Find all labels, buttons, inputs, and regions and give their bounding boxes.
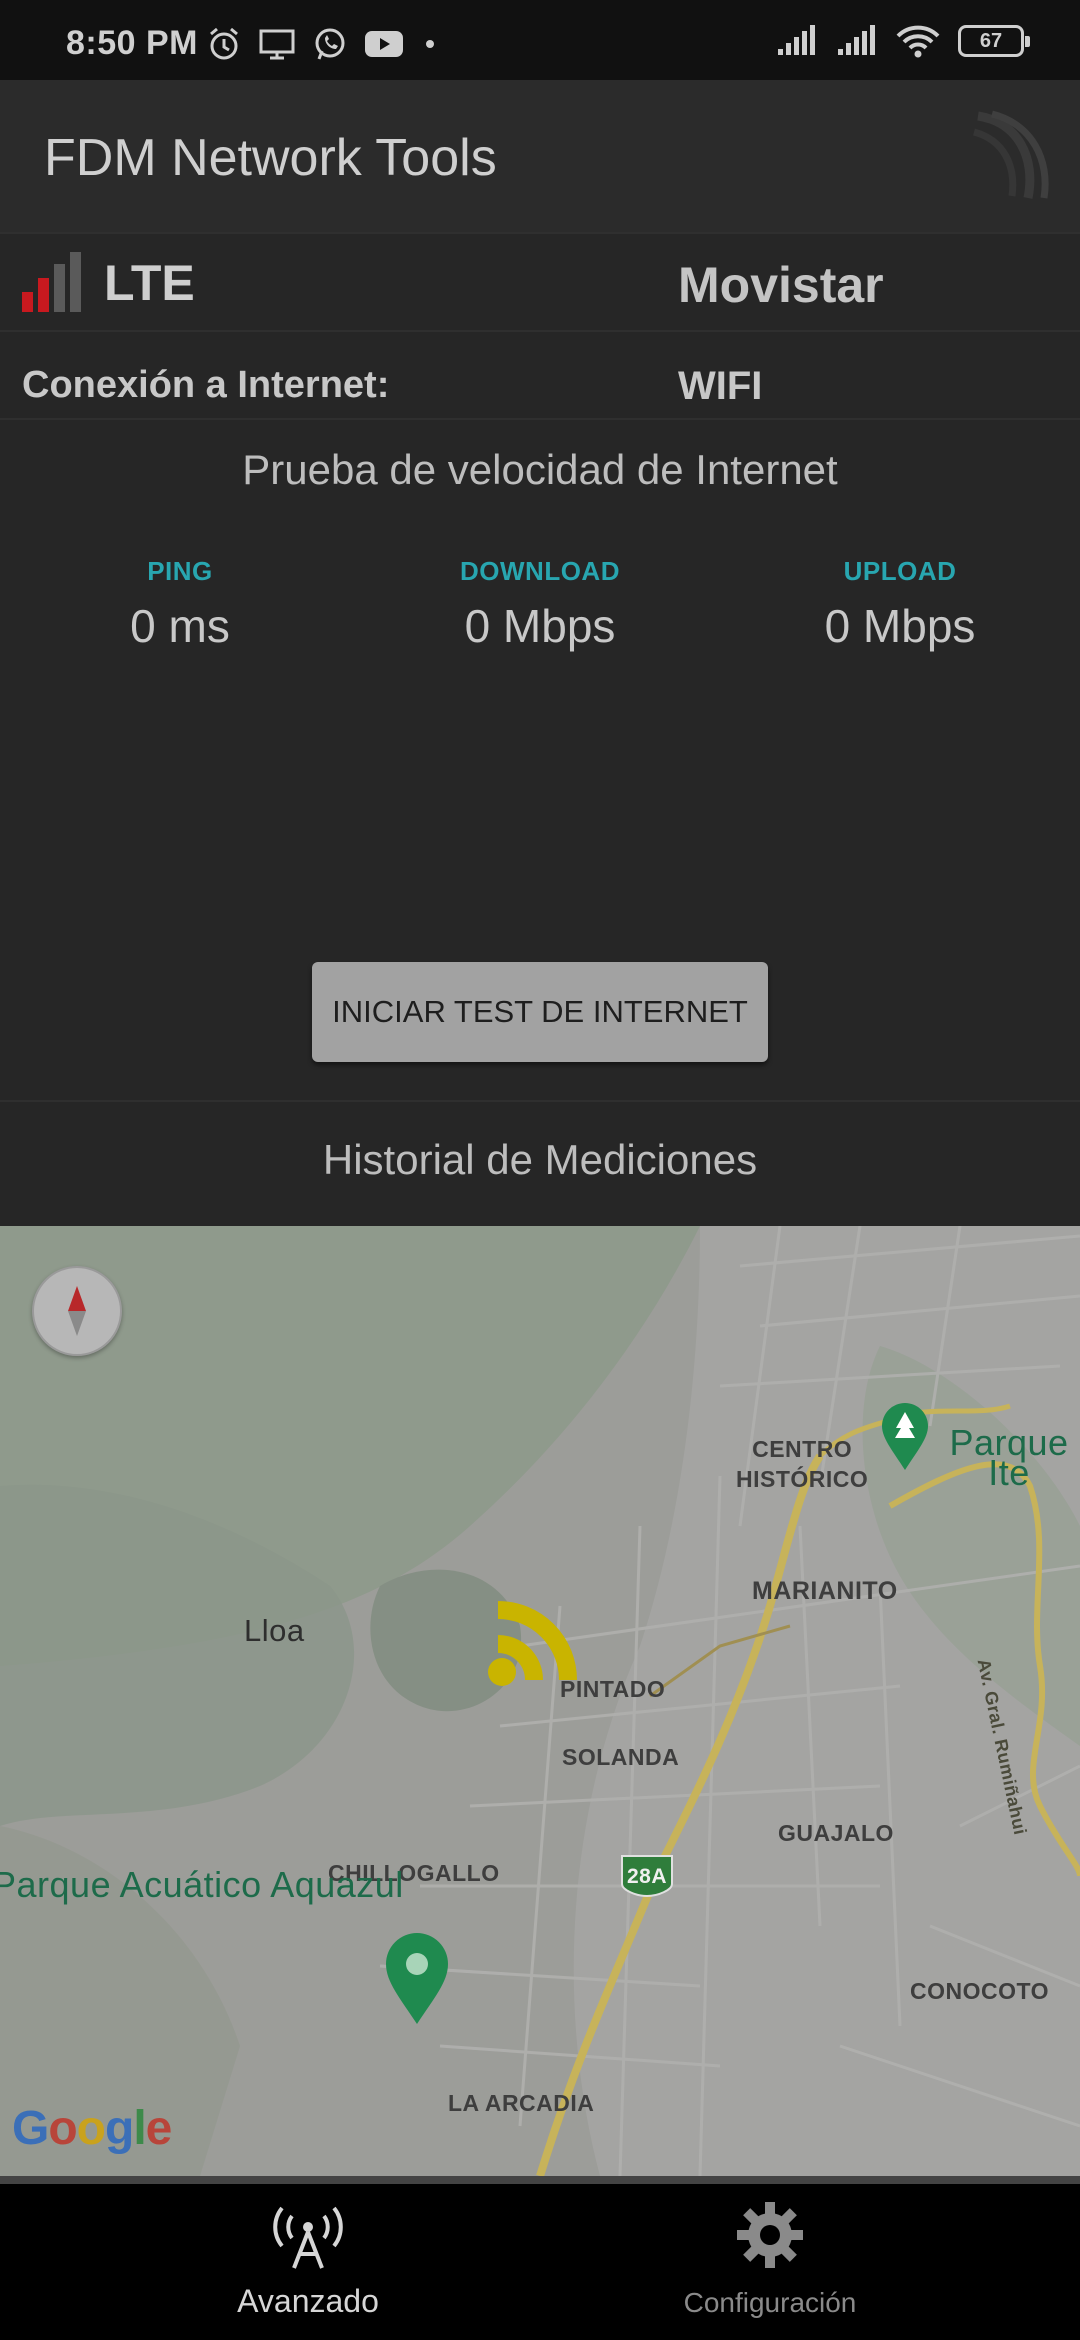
upload-label: UPLOAD	[843, 556, 957, 586]
alarm-icon	[210, 27, 238, 60]
wifi-icon	[896, 25, 940, 58]
download-metric: DOWNLOAD 0 Mbps	[360, 556, 720, 653]
app-title: FDM Network Tools	[44, 129, 497, 187]
upload-value: 0 Mbps	[824, 600, 976, 652]
network-operator: Movistar	[678, 257, 884, 313]
network-technology: LTE	[104, 255, 195, 311]
nav-item-configuracion[interactable]: Configuración	[590, 2200, 950, 2319]
ping-metric: PING 0 ms	[0, 556, 360, 653]
dot-icon	[426, 40, 434, 48]
map-label-solanda: SOLANDA	[562, 1744, 680, 1770]
connection-value: WIFI	[678, 364, 763, 408]
route-number: 28A	[626, 1865, 668, 1888]
upload-metric: UPLOAD 0 Mbps	[720, 556, 1080, 653]
measurement-history-link[interactable]: Historial de Mediciones	[0, 1100, 1080, 1226]
signal-icon	[778, 25, 815, 55]
map-view[interactable]: CENTRO HISTÓRICO Parque Ite MARIANITO Ll…	[0, 1226, 1080, 2176]
map-label-centro: CENTRO HISTÓRICO	[736, 1434, 868, 1494]
status-right-icons: 67	[776, 24, 1030, 58]
compass-icon[interactable]	[32, 1266, 122, 1356]
speed-test-title: Prueba de velocidad de Internet	[242, 446, 838, 493]
start-internet-test-button[interactable]: INICIAR TEST DE INTERNET	[312, 962, 768, 1062]
map-label-lloa: Lloa	[244, 1613, 305, 1648]
status-bar: 8:50 PM 67	[0, 0, 1080, 80]
nav-label-configuracion: Configuración	[683, 2287, 857, 2318]
map-label-marianito: MARIANITO	[752, 1577, 898, 1605]
youtube-icon	[365, 31, 403, 57]
nav-item-avanzado[interactable]: Avanzado	[128, 2200, 488, 2320]
wifi-location-marker-icon[interactable]	[484, 1590, 604, 1690]
map-label-conocoto: CONOCOTO	[910, 1978, 1050, 2004]
download-label: DOWNLOAD	[460, 556, 620, 586]
antenna-icon	[273, 2206, 343, 2269]
compass-needle-icon	[68, 1286, 86, 1336]
download-value: 0 Mbps	[464, 600, 616, 652]
monitor-icon	[259, 29, 295, 60]
map-label-parque-ite: Parque Ite	[949, 1422, 1069, 1493]
map-label-aquazul: Parque Acuático Aquazul	[0, 1864, 404, 1905]
signal-strength-icon	[22, 252, 81, 312]
ping-label: PING	[147, 556, 213, 586]
ping-value: 0 ms	[130, 600, 230, 652]
whatsapp-icon	[315, 28, 345, 60]
google-logo: Google	[12, 2102, 172, 2155]
signal-icon	[838, 25, 875, 55]
bottom-navigation: Avanzado Configuración	[0, 2184, 1080, 2340]
battery-icon: 67	[958, 25, 1030, 57]
map-bottom-edge	[0, 2176, 1080, 2184]
nav-label-avanzado: Avanzado	[237, 2283, 379, 2319]
map-label-centro-line1: CENTRO	[752, 1436, 853, 1462]
app-logo-icon	[972, 110, 1049, 199]
park-marker-icon	[882, 1403, 928, 1470]
gear-icon	[737, 2202, 803, 2268]
location-pin-icon[interactable]	[384, 1932, 450, 2026]
map-label-centro-line2: HISTÓRICO	[736, 1466, 869, 1492]
connection-row: Conexión a Internet: WIFI	[0, 330, 1080, 418]
connection-label: Conexión a Internet:	[22, 364, 390, 406]
map-label-la-arcadia: LA ARCADIA	[448, 2090, 595, 2116]
map-label-guajalo: GUAJALO	[778, 1820, 894, 1846]
divider	[0, 418, 1080, 420]
status-time: 8:50 PM	[66, 24, 198, 62]
network-info-row: LTE Movistar	[0, 232, 1080, 330]
status-left-icons	[206, 26, 440, 62]
app-bar: FDM Network Tools	[0, 80, 1080, 232]
map-terrain	[0, 1226, 1080, 2176]
